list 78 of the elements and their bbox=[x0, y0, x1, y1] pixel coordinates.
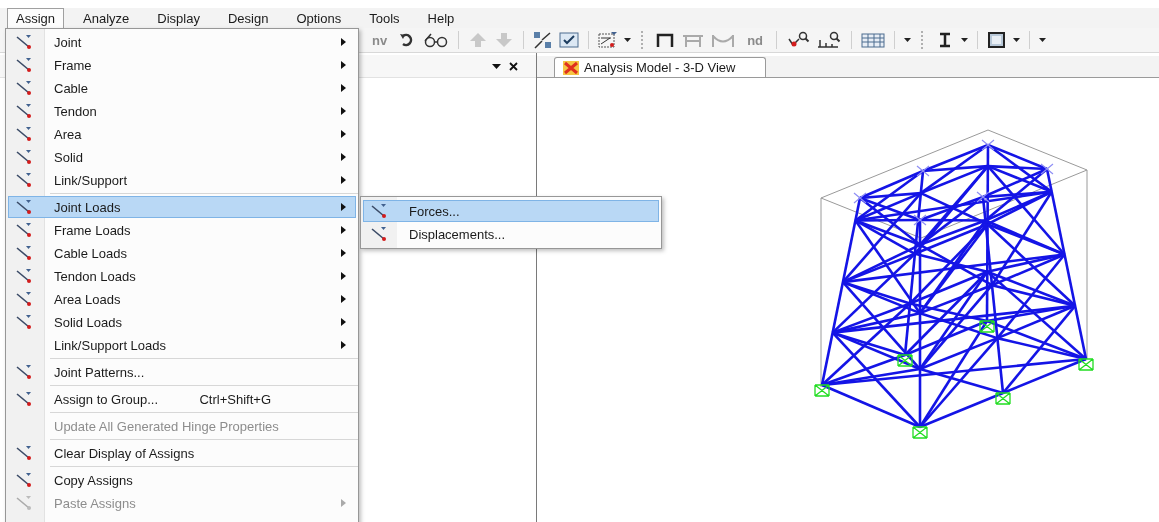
menu-item[interactable]: Area Loads bbox=[8, 288, 356, 310]
load-arrow-icon bbox=[15, 34, 33, 50]
menu-item[interactable]: Solid Loads bbox=[8, 311, 356, 333]
submenu-arrow-icon bbox=[340, 272, 346, 280]
submenu-item[interactable]: Displacements... bbox=[363, 223, 659, 245]
load-arrow-icon bbox=[15, 268, 33, 284]
submenu-arrow-icon bbox=[340, 153, 346, 161]
menu-item[interactable]: Joint bbox=[8, 31, 356, 53]
load-arrow-icon bbox=[15, 245, 33, 261]
glasses-icon[interactable] bbox=[423, 31, 450, 49]
shortcut-text: Ctrl+Shift+G bbox=[199, 391, 271, 407]
load-arrow-icon bbox=[15, 199, 33, 215]
submenu-arrow-icon bbox=[340, 130, 346, 138]
submenu-arrow-icon bbox=[340, 295, 346, 303]
menu-item[interactable]: Link/Support Loads bbox=[8, 334, 356, 356]
menu-bar-item[interactable]: Help bbox=[418, 8, 464, 28]
submenu-arrow-icon bbox=[340, 249, 346, 257]
table-icon[interactable] bbox=[861, 31, 886, 49]
submenu-arrow-icon bbox=[340, 84, 346, 92]
menu-item[interactable]: Clear Display of Assigns bbox=[8, 442, 356, 464]
submenu-arrow-icon bbox=[340, 226, 346, 234]
model-view-icon bbox=[563, 60, 579, 75]
submenu-arrow-icon bbox=[340, 341, 346, 349]
caret-icon[interactable] bbox=[1039, 38, 1047, 42]
submenu-arrow-icon bbox=[340, 499, 346, 507]
square-frame-icon[interactable] bbox=[987, 31, 1008, 49]
load-arrow-icon bbox=[370, 203, 388, 219]
load-arrow-icon bbox=[15, 172, 33, 188]
menu-bar-item[interactable]: Options bbox=[287, 8, 351, 28]
caret-icon[interactable] bbox=[961, 38, 969, 42]
dropdown-caret-icon[interactable] bbox=[492, 63, 501, 69]
load-arrow-icon bbox=[15, 391, 33, 407]
load-arrow-icon bbox=[15, 222, 33, 238]
checkbox-icon[interactable] bbox=[559, 31, 580, 49]
frame-zoom-icon[interactable] bbox=[816, 31, 843, 49]
menu-bar-item[interactable]: Display bbox=[148, 8, 209, 28]
menu-bar-item[interactable]: Analyze bbox=[74, 8, 139, 28]
load-arrow-icon bbox=[15, 314, 33, 330]
menu-item[interactable]: Frame Loads bbox=[8, 219, 356, 241]
load-arrow-icon bbox=[15, 103, 33, 119]
menu-item[interactable]: Link/Support bbox=[8, 169, 356, 191]
load-arrow-icon bbox=[15, 126, 33, 142]
menu-item[interactable]: Assign to Group... Ctrl+Shift+G bbox=[8, 388, 356, 410]
menu-item[interactable]: Tendon Loads bbox=[8, 265, 356, 287]
load-arrow-icon bbox=[15, 495, 33, 511]
load-arrow-icon bbox=[15, 445, 33, 461]
menu-item[interactable]: Cable Loads bbox=[8, 242, 356, 264]
submenu-arrow-icon bbox=[340, 61, 346, 69]
menu-item[interactable]: Copy Assigns bbox=[8, 469, 356, 491]
menu-item[interactable]: Joint Loads bbox=[8, 196, 356, 218]
submenu-arrow-icon bbox=[340, 38, 346, 46]
load-arrow-icon bbox=[15, 80, 33, 96]
view-tab[interactable]: Analysis Model - 3-D View bbox=[554, 57, 767, 77]
joint-zoom-icon[interactable] bbox=[786, 31, 811, 49]
menu-bar-item[interactable]: Tools bbox=[360, 8, 409, 28]
load-arrow-icon bbox=[370, 226, 388, 242]
menu-bar-item[interactable]: Design bbox=[218, 8, 278, 28]
menu-item[interactable]: Solid bbox=[8, 146, 356, 168]
load-arrow-icon bbox=[15, 291, 33, 307]
menu-bar-item[interactable]: Assign bbox=[7, 8, 65, 28]
portal-frame-icon[interactable] bbox=[655, 31, 676, 49]
submenu-item[interactable]: Forces... bbox=[363, 200, 659, 222]
submenu-arrow-icon bbox=[340, 176, 346, 184]
load-arrow-icon bbox=[15, 149, 33, 165]
submenu-arrow-icon bbox=[340, 318, 346, 326]
load-arrow-icon bbox=[15, 472, 33, 488]
submenu-arrow-icon bbox=[340, 203, 346, 211]
caret-icon[interactable] bbox=[1013, 38, 1021, 42]
caret-icon[interactable] bbox=[904, 38, 912, 42]
menu-item[interactable]: Cable bbox=[8, 77, 356, 99]
menu-item[interactable]: Tendon bbox=[8, 100, 356, 122]
submenu-arrow-icon bbox=[340, 107, 346, 115]
caret-icon[interactable] bbox=[624, 38, 632, 42]
menu-item[interactable]: Area bbox=[8, 123, 356, 145]
menu-item[interactable]: Joint Patterns... bbox=[8, 361, 356, 383]
close-icon[interactable] bbox=[509, 61, 518, 71]
load-arrow-icon bbox=[15, 57, 33, 73]
load-arrow-icon bbox=[15, 364, 33, 380]
